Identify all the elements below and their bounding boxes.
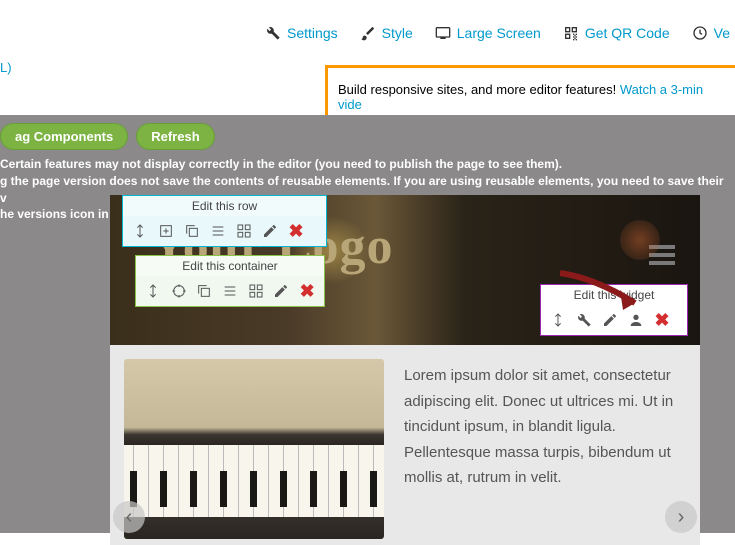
carousel-next[interactable]: ›	[665, 501, 697, 533]
edit-container-panel: Edit this container ✖	[135, 255, 325, 307]
delete-icon[interactable]: ✖	[296, 280, 318, 302]
move-icon[interactable]	[129, 220, 151, 242]
nav-style[interactable]: Style	[360, 25, 413, 41]
edit-icon[interactable]	[271, 280, 293, 302]
nav-large-screen-label: Large Screen	[457, 25, 541, 41]
copy-icon[interactable]	[181, 220, 203, 242]
edit-widget-title: Edit this widget	[541, 285, 687, 305]
editor-canvas: Your Logo Lorem ipsum dolor sit amet, co…	[110, 195, 700, 545]
promo-text: Build responsive sites, and more editor …	[338, 82, 620, 97]
columns-icon[interactable]	[207, 220, 229, 242]
delete-icon[interactable]: ✖	[285, 220, 307, 242]
drag-components-button[interactable]: ag Components	[0, 123, 128, 150]
qr-icon	[563, 25, 579, 41]
clock-icon	[692, 25, 708, 41]
nav-settings[interactable]: Settings	[265, 25, 338, 41]
refresh-button[interactable]: Refresh	[136, 123, 214, 150]
nav-large-screen[interactable]: Large Screen	[435, 25, 541, 41]
move-icon[interactable]	[142, 280, 164, 302]
monitor-icon	[435, 25, 451, 41]
nav-ve[interactable]: Ve	[692, 25, 730, 41]
nav-settings-label: Settings	[287, 25, 338, 41]
nav-qr-label: Get QR Code	[585, 25, 670, 41]
nav-ve-label: Ve	[714, 25, 730, 41]
nav-qr[interactable]: Get QR Code	[563, 25, 670, 41]
delete-icon[interactable]: ✖	[651, 309, 673, 331]
edit-container-title: Edit this container	[136, 256, 324, 276]
edit-row-panel: Edit this row ✖	[122, 195, 327, 247]
hamburger-menu-icon[interactable]	[649, 245, 675, 269]
nav-style-label: Style	[382, 25, 413, 41]
move-icon[interactable]	[547, 309, 569, 331]
brush-icon	[360, 25, 376, 41]
wrench-icon[interactable]	[573, 309, 595, 331]
grid-icon[interactable]	[233, 220, 255, 242]
edit-row-title: Edit this row	[123, 196, 326, 216]
feature-image	[124, 359, 384, 539]
columns-icon[interactable]	[219, 280, 241, 302]
grid-icon[interactable]	[245, 280, 267, 302]
target-icon[interactable]	[168, 280, 190, 302]
url-fragment: L)	[0, 60, 12, 75]
wrench-icon	[265, 25, 281, 41]
add-icon[interactable]	[155, 220, 177, 242]
edit-icon[interactable]	[599, 309, 621, 331]
edit-icon[interactable]	[259, 220, 281, 242]
carousel-prev[interactable]: ‹	[113, 501, 145, 533]
feature-text: Lorem ipsum dolor sit amet, consectetur …	[404, 359, 686, 531]
edit-widget-panel: Edit this widget ✖	[540, 284, 688, 336]
content-section: Lorem ipsum dolor sit amet, consectetur …	[110, 345, 700, 545]
user-icon[interactable]	[625, 309, 647, 331]
copy-icon[interactable]	[193, 280, 215, 302]
